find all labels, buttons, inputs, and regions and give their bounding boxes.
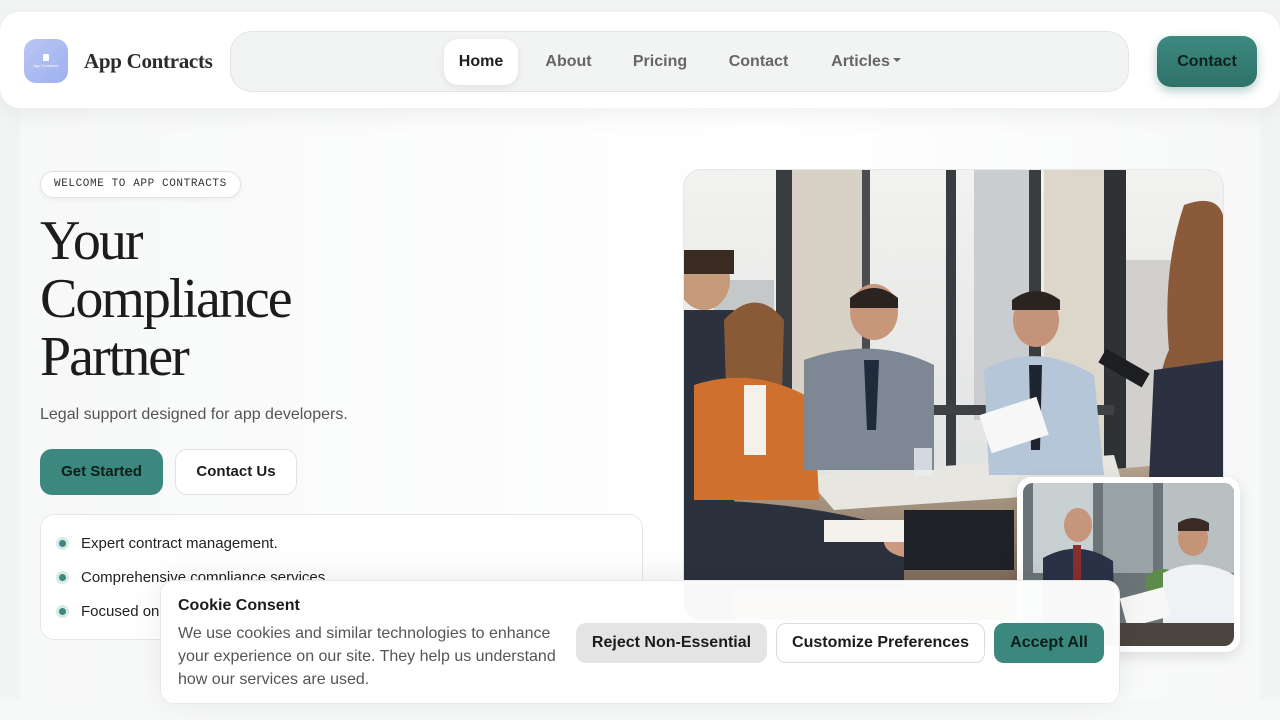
nav-home[interactable]: Home bbox=[444, 39, 518, 85]
nav-articles[interactable]: Articles bbox=[816, 39, 916, 85]
cookie-title: Cookie Consent bbox=[178, 597, 300, 614]
reject-non-essential-button[interactable]: Reject Non-Essential bbox=[576, 623, 767, 663]
bullet-icon bbox=[56, 537, 69, 550]
logo-icon bbox=[43, 54, 49, 61]
hero-title-line-2: Compliance bbox=[40, 268, 293, 330]
hero-title-line-1: Your bbox=[40, 210, 143, 272]
nav-pricing[interactable]: Pricing bbox=[620, 39, 700, 85]
accept-all-button[interactable]: Accept All bbox=[994, 623, 1104, 663]
brand-name[interactable]: App Contracts bbox=[84, 49, 213, 74]
nav-contact[interactable]: Contact bbox=[714, 39, 803, 85]
cookie-consent-banner: Cookie Consent We use cookies and simila… bbox=[160, 580, 1120, 704]
main-nav: Home About Pricing Contact Articles bbox=[230, 31, 1129, 92]
customize-preferences-button[interactable]: Customize Preferences bbox=[776, 623, 985, 663]
hero-subtitle: Legal support designed for app developer… bbox=[40, 406, 348, 423]
logo[interactable]: App Contracts bbox=[24, 39, 68, 83]
bullet-icon bbox=[56, 605, 69, 618]
hero-title-line-3: Partner bbox=[40, 326, 190, 388]
list-item: Expert contract management. bbox=[81, 535, 278, 552]
hero-title: Your Compliance Partner bbox=[40, 212, 440, 386]
logo-text: App Contracts bbox=[33, 63, 59, 68]
bullet-icon bbox=[56, 571, 69, 584]
cookie-description: We use cookies and similar technologies … bbox=[178, 625, 556, 688]
list-item: Focused on bbox=[81, 603, 160, 620]
get-started-button[interactable]: Get Started bbox=[40, 449, 163, 495]
welcome-badge: WELCOME TO APP CONTRACTS bbox=[40, 171, 241, 198]
nav-articles-label: Articles bbox=[831, 53, 890, 70]
nav-about[interactable]: About bbox=[531, 39, 606, 85]
contact-us-button[interactable]: Contact Us bbox=[175, 449, 297, 495]
header-contact-button[interactable]: Contact bbox=[1157, 36, 1257, 87]
site-header: App Contracts App Contracts Home About P… bbox=[0, 12, 1280, 108]
chevron-down-icon bbox=[892, 57, 901, 62]
